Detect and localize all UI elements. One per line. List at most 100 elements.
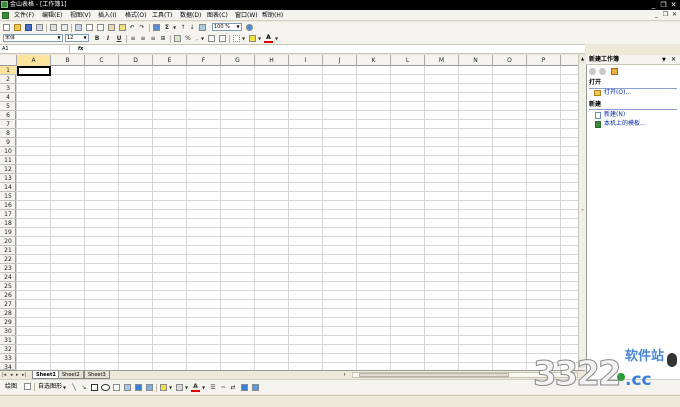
dash-style-icon[interactable]: ┅ [219, 384, 227, 391]
oval-icon[interactable] [101, 384, 110, 391]
fill-color-icon[interactable] [249, 35, 256, 42]
row-header[interactable]: 28 [0, 309, 16, 318]
copy-icon[interactable] [97, 24, 104, 31]
column-header[interactable]: E [153, 55, 187, 66]
row-header[interactable]: 22 [0, 255, 16, 264]
number-dropdown-icon[interactable]: ▼ [200, 35, 205, 42]
draw-fill-color-icon[interactable] [160, 384, 167, 391]
font-color-button[interactable]: A [264, 34, 273, 43]
document-icon[interactable] [2, 12, 9, 19]
row-header[interactable]: 18 [0, 219, 16, 228]
draw-menu[interactable]: 绘图 [5, 383, 17, 391]
task-pane-close-icon[interactable]: ✕ [671, 56, 676, 64]
percent-button[interactable]: % [184, 35, 192, 42]
horizontal-scroll-thumb[interactable] [359, 373, 509, 377]
clipart-icon[interactable] [146, 384, 153, 391]
hyperlink-icon[interactable] [153, 24, 160, 31]
sort-ascending-icon[interactable]: ↑ [179, 24, 187, 31]
row-header[interactable]: 3 [0, 84, 16, 93]
next-sheet-icon[interactable]: ▸ [16, 372, 19, 379]
column-header[interactable]: M [425, 55, 459, 66]
rectangle-icon[interactable] [91, 384, 98, 391]
menu-file[interactable]: 文件(F) [14, 11, 34, 20]
close-button[interactable]: ✕ [669, 1, 678, 9]
row-header[interactable]: 5 [0, 102, 16, 111]
column-header[interactable]: G [221, 55, 255, 66]
doc-minimize-icon[interactable]: _ [653, 11, 660, 19]
row-header[interactable]: 21 [0, 246, 16, 255]
column-header[interactable]: A [17, 55, 51, 66]
chart-wizard-icon[interactable] [199, 24, 206, 31]
row-header[interactable]: 33 [0, 354, 16, 363]
menu-window[interactable]: 窗口(W) [235, 11, 258, 20]
back-icon[interactable] [589, 68, 596, 75]
column-header[interactable]: O [493, 55, 527, 66]
menu-view[interactable]: 视图(V) [70, 11, 91, 20]
row-header[interactable]: 19 [0, 228, 16, 237]
arrow-style-icon[interactable]: ⇄ [229, 384, 237, 391]
font-name-select[interactable]: 宋体 ▼ [3, 34, 63, 42]
new-link[interactable]: 新建(N) [604, 111, 625, 119]
scroll-grip-icon[interactable]: ≡ [579, 207, 586, 213]
line-icon[interactable]: ╲ [70, 384, 78, 391]
row-header[interactable]: 4 [0, 93, 16, 102]
merge-center-icon[interactable]: ⊞ [159, 35, 167, 42]
open-link[interactable]: 打开(O)... [604, 89, 631, 97]
new-icon[interactable] [3, 24, 10, 31]
undo-icon[interactable]: ↶ [128, 24, 136, 31]
row-header[interactable]: 25 [0, 282, 16, 291]
sheet-tab[interactable]: Sheet1 [32, 371, 60, 379]
autosum-icon[interactable]: Σ [163, 24, 171, 31]
help-icon[interactable] [246, 24, 253, 31]
row-header[interactable]: 27 [0, 300, 16, 309]
draw-font-color-icon[interactable]: A [191, 383, 200, 392]
fill-color-dropdown-icon[interactable]: ▼ [257, 35, 262, 42]
cut-icon[interactable] [86, 24, 93, 31]
template-link[interactable]: 本机上的模板... [604, 120, 646, 128]
align-right-icon[interactable]: ≡ [149, 35, 157, 42]
prev-sheet-icon[interactable]: ◂ [10, 372, 13, 379]
wordart-icon[interactable] [135, 384, 142, 391]
menu-chart[interactable]: 图表(C) [207, 11, 228, 20]
mail-icon[interactable] [36, 24, 43, 31]
fx-icon[interactable]: fx [78, 45, 88, 53]
decrease-decimal-icon[interactable] [219, 35, 226, 42]
zoom-select[interactable]: 100 % ▼ [212, 23, 242, 31]
spell-check-icon[interactable] [75, 24, 82, 31]
row-header[interactable]: 12 [0, 165, 16, 174]
menu-edit[interactable]: 编辑(E) [42, 11, 62, 20]
row-header[interactable]: 32 [0, 345, 16, 354]
bold-button[interactable]: B [93, 35, 101, 42]
arrow-icon[interactable]: ↘ [80, 384, 88, 391]
font-size-select[interactable]: 12 ▼ [65, 34, 89, 42]
first-sheet-icon[interactable]: |◂ [2, 372, 6, 379]
home-icon[interactable] [611, 68, 618, 75]
row-header[interactable]: 26 [0, 291, 16, 300]
select-objects-icon[interactable] [24, 383, 31, 390]
scroll-up-icon[interactable]: ▲ [579, 55, 586, 63]
sort-descending-icon[interactable]: ↓ [188, 24, 196, 31]
line-color-dropdown-icon[interactable]: ▼ [184, 384, 189, 391]
shadow-icon[interactable] [241, 384, 248, 391]
doc-restore-icon[interactable]: ❐ [662, 11, 669, 19]
autoshapes-menu[interactable]: 自选图形 [38, 383, 62, 391]
currency-icon[interactable] [174, 35, 181, 42]
last-sheet-icon[interactable]: ▸| [22, 372, 26, 379]
font-color-dropdown-icon[interactable]: ▼ [274, 35, 279, 42]
borders-icon[interactable] [233, 35, 240, 42]
3d-icon[interactable] [252, 384, 259, 391]
vertical-textbox-icon[interactable] [124, 384, 131, 391]
autosum-dropdown-icon[interactable]: ▼ [172, 24, 177, 31]
minimize-button[interactable]: _ [649, 1, 658, 9]
cell-grid[interactable] [16, 66, 578, 370]
draw-fill-dropdown-icon[interactable]: ▼ [168, 384, 173, 391]
row-header[interactable]: 23 [0, 264, 16, 273]
maximize-button[interactable]: ❐ [659, 1, 668, 9]
row-header[interactable]: 17 [0, 210, 16, 219]
row-header[interactable]: 8 [0, 129, 16, 138]
row-header[interactable]: 14 [0, 183, 16, 192]
row-header[interactable]: 9 [0, 138, 16, 147]
redo-icon[interactable]: ↷ [138, 24, 146, 31]
italic-button[interactable]: I [104, 35, 112, 42]
paste-icon[interactable] [108, 24, 115, 31]
